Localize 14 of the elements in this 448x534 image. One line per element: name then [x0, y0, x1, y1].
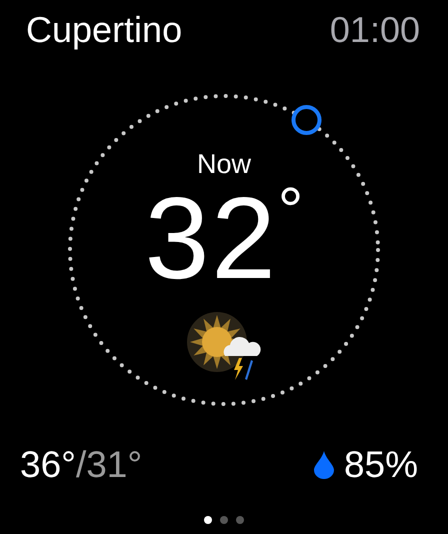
high-temperature: 36° — [20, 444, 76, 485]
page-dot[interactable] — [220, 516, 228, 524]
humidity-value: 85% — [344, 444, 418, 486]
page-dot[interactable] — [236, 516, 244, 524]
raindrop-icon — [314, 451, 334, 479]
city-name: Cupertino — [26, 10, 182, 50]
clock-time: 01:00 — [330, 10, 420, 50]
degree-sign: ° — [278, 178, 304, 242]
position-marker — [292, 104, 322, 135]
temperature-value: 32 — [144, 182, 278, 294]
page-dot[interactable] — [204, 516, 212, 524]
now-label: Now — [196, 148, 251, 180]
weather-icon — [187, 310, 261, 382]
low-temperature: /31° — [76, 444, 142, 485]
